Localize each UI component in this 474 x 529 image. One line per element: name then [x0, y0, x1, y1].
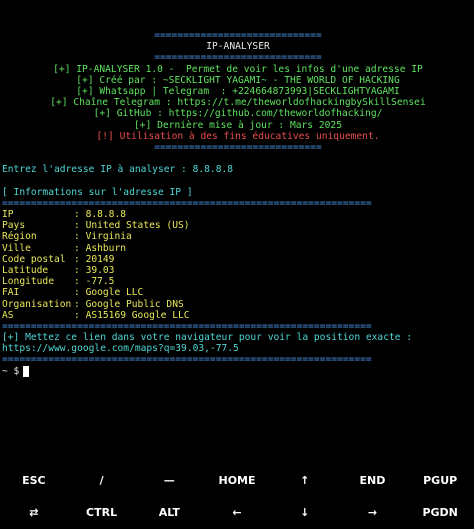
banner-line-6: [+] Dernière mise à jour : Mars 2025 — [134, 119, 342, 131]
info-value: AS15169 Google LLC — [85, 309, 190, 321]
key-row1-6[interactable]: PGUP — [406, 474, 474, 487]
info-header: [ Informations sur l'adresse IP ] — [2, 186, 193, 198]
key-row2-0[interactable]: ⇄ — [0, 506, 68, 519]
info-row: Latitude: 39.03 — [2, 265, 474, 276]
maps-link[interactable]: https://www.google.com/maps?q=39.03,-77.… — [2, 343, 474, 354]
info-row: Organisation: Google Public DNS — [2, 299, 474, 310]
info-value: Google LLC — [85, 287, 144, 299]
key-row1-3[interactable]: HOME — [203, 474, 271, 487]
info-row: Ville: Ashburn — [2, 243, 474, 254]
separator-3: ========================================… — [2, 354, 372, 366]
info-colon: : — [74, 253, 86, 265]
extra-keys-row-2: ⇄ CTRL ALT ← ↓ → PGDN — [0, 496, 474, 528]
info-colon: : — [74, 220, 86, 232]
info-value: 39.03 — [85, 264, 115, 276]
extra-keys-row-1: ESC / — HOME ↑ END PGUP — [0, 464, 474, 496]
key-row1-1[interactable]: / — [68, 474, 136, 487]
info-colon: : — [74, 298, 86, 310]
info-key: AS — [2, 309, 14, 321]
info-value: 20149 — [85, 253, 115, 265]
info-colon: : — [74, 287, 86, 299]
separator-1: ========================================… — [2, 197, 372, 209]
key-row1-4[interactable]: ↑ — [271, 474, 339, 487]
info-key: Pays — [2, 220, 26, 232]
info-colon: : — [74, 209, 86, 220]
key-row2-4[interactable]: ↓ — [271, 506, 339, 519]
info-row: Code postal: 20149 — [2, 254, 474, 265]
separator-2: ========================================… — [2, 320, 372, 332]
key-row2-6[interactable]: PGDN — [406, 506, 474, 519]
banner-line-2: [+] Créé par : ~SECKLIGHT YAGAMI~ - THE … — [76, 74, 400, 86]
info-colon: : — [74, 309, 86, 321]
banner-border-top: ============================= — [154, 30, 322, 41]
info-key: FAI — [2, 287, 20, 299]
info-row: AS: AS15169 Google LLC — [2, 310, 474, 321]
info-key: Région — [2, 231, 37, 243]
info-value: -77.5 — [85, 276, 115, 288]
key-row2-3[interactable]: ← — [203, 506, 271, 519]
terminal-output: ============================= IP-ANALYSE… — [0, 0, 474, 462]
info-key: Longitude — [2, 276, 54, 288]
shell-prompt: ~ $ — [2, 365, 20, 377]
banner-line-5: [+] GitHub : https://github.com/theworld… — [93, 108, 383, 120]
info-row: Longitude: -77.5 — [2, 276, 474, 287]
banner-line-1: [+] IP-ANALYSER 1.0 - Permet de voir les… — [53, 63, 423, 75]
banner-line-3: [+] Whatsapp | Telegram : +224664873993|… — [76, 85, 400, 97]
info-colon: : — [74, 264, 86, 276]
info-key: Latitude — [2, 264, 49, 276]
info-value: Virginia — [85, 231, 132, 243]
info-value: Google Public DNS — [85, 298, 184, 310]
info-key: Organisation — [2, 298, 72, 310]
banner-line-4: [+] Chaîne Telegram : https://t.me/thewo… — [50, 97, 426, 109]
info-colon: : — [74, 276, 86, 288]
info-colon: : — [74, 231, 86, 243]
extra-keys-bar: ESC / — HOME ↑ END PGUP ⇄ CTRL ALT ← ↓ → PGDN — [0, 464, 474, 529]
banner-border-mid: ============================= — [154, 52, 322, 64]
info-key: Ville — [2, 242, 31, 254]
key-row2-2[interactable]: ALT — [135, 506, 203, 519]
info-key: Code postal — [2, 253, 66, 265]
info-key: IP — [2, 209, 14, 220]
key-row1-2[interactable]: — — [135, 474, 203, 487]
text-cursor — [23, 365, 30, 377]
shell-prompt-line[interactable]: ~ $ — [2, 366, 474, 377]
banner-title: IP-ANALYSER — [206, 41, 270, 53]
info-row: Région: Virginia — [2, 231, 474, 242]
key-row2-5[interactable]: → — [339, 506, 407, 519]
key-row1-5[interactable]: END — [339, 474, 407, 487]
info-value: United States (US) — [85, 220, 190, 232]
maps-instruction: [+] Mettez ce lien dans votre navigateur… — [2, 332, 413, 344]
info-row: Pays: United States (US) — [2, 220, 474, 231]
info-row: FAI: Google LLC — [2, 287, 474, 298]
info-value: Ashburn — [85, 242, 126, 254]
key-row1-0[interactable]: ESC — [0, 474, 68, 487]
banner-border-bottom: ============================= — [154, 141, 322, 153]
ip-prompt: Entrez l'adresse IP à analyser : 8.8.8.8 — [2, 164, 234, 176]
info-value: 8.8.8.8 — [85, 209, 126, 220]
key-row2-1[interactable]: CTRL — [68, 506, 136, 519]
info-row: IP: 8.8.8.8 — [2, 209, 474, 220]
banner-warning: [!] Utilisation à des fins éducatives un… — [96, 130, 380, 142]
info-list: IP: 8.8.8.8 Pays: United States (US) Régio… — [2, 209, 474, 321]
info-colon: : — [74, 242, 86, 254]
